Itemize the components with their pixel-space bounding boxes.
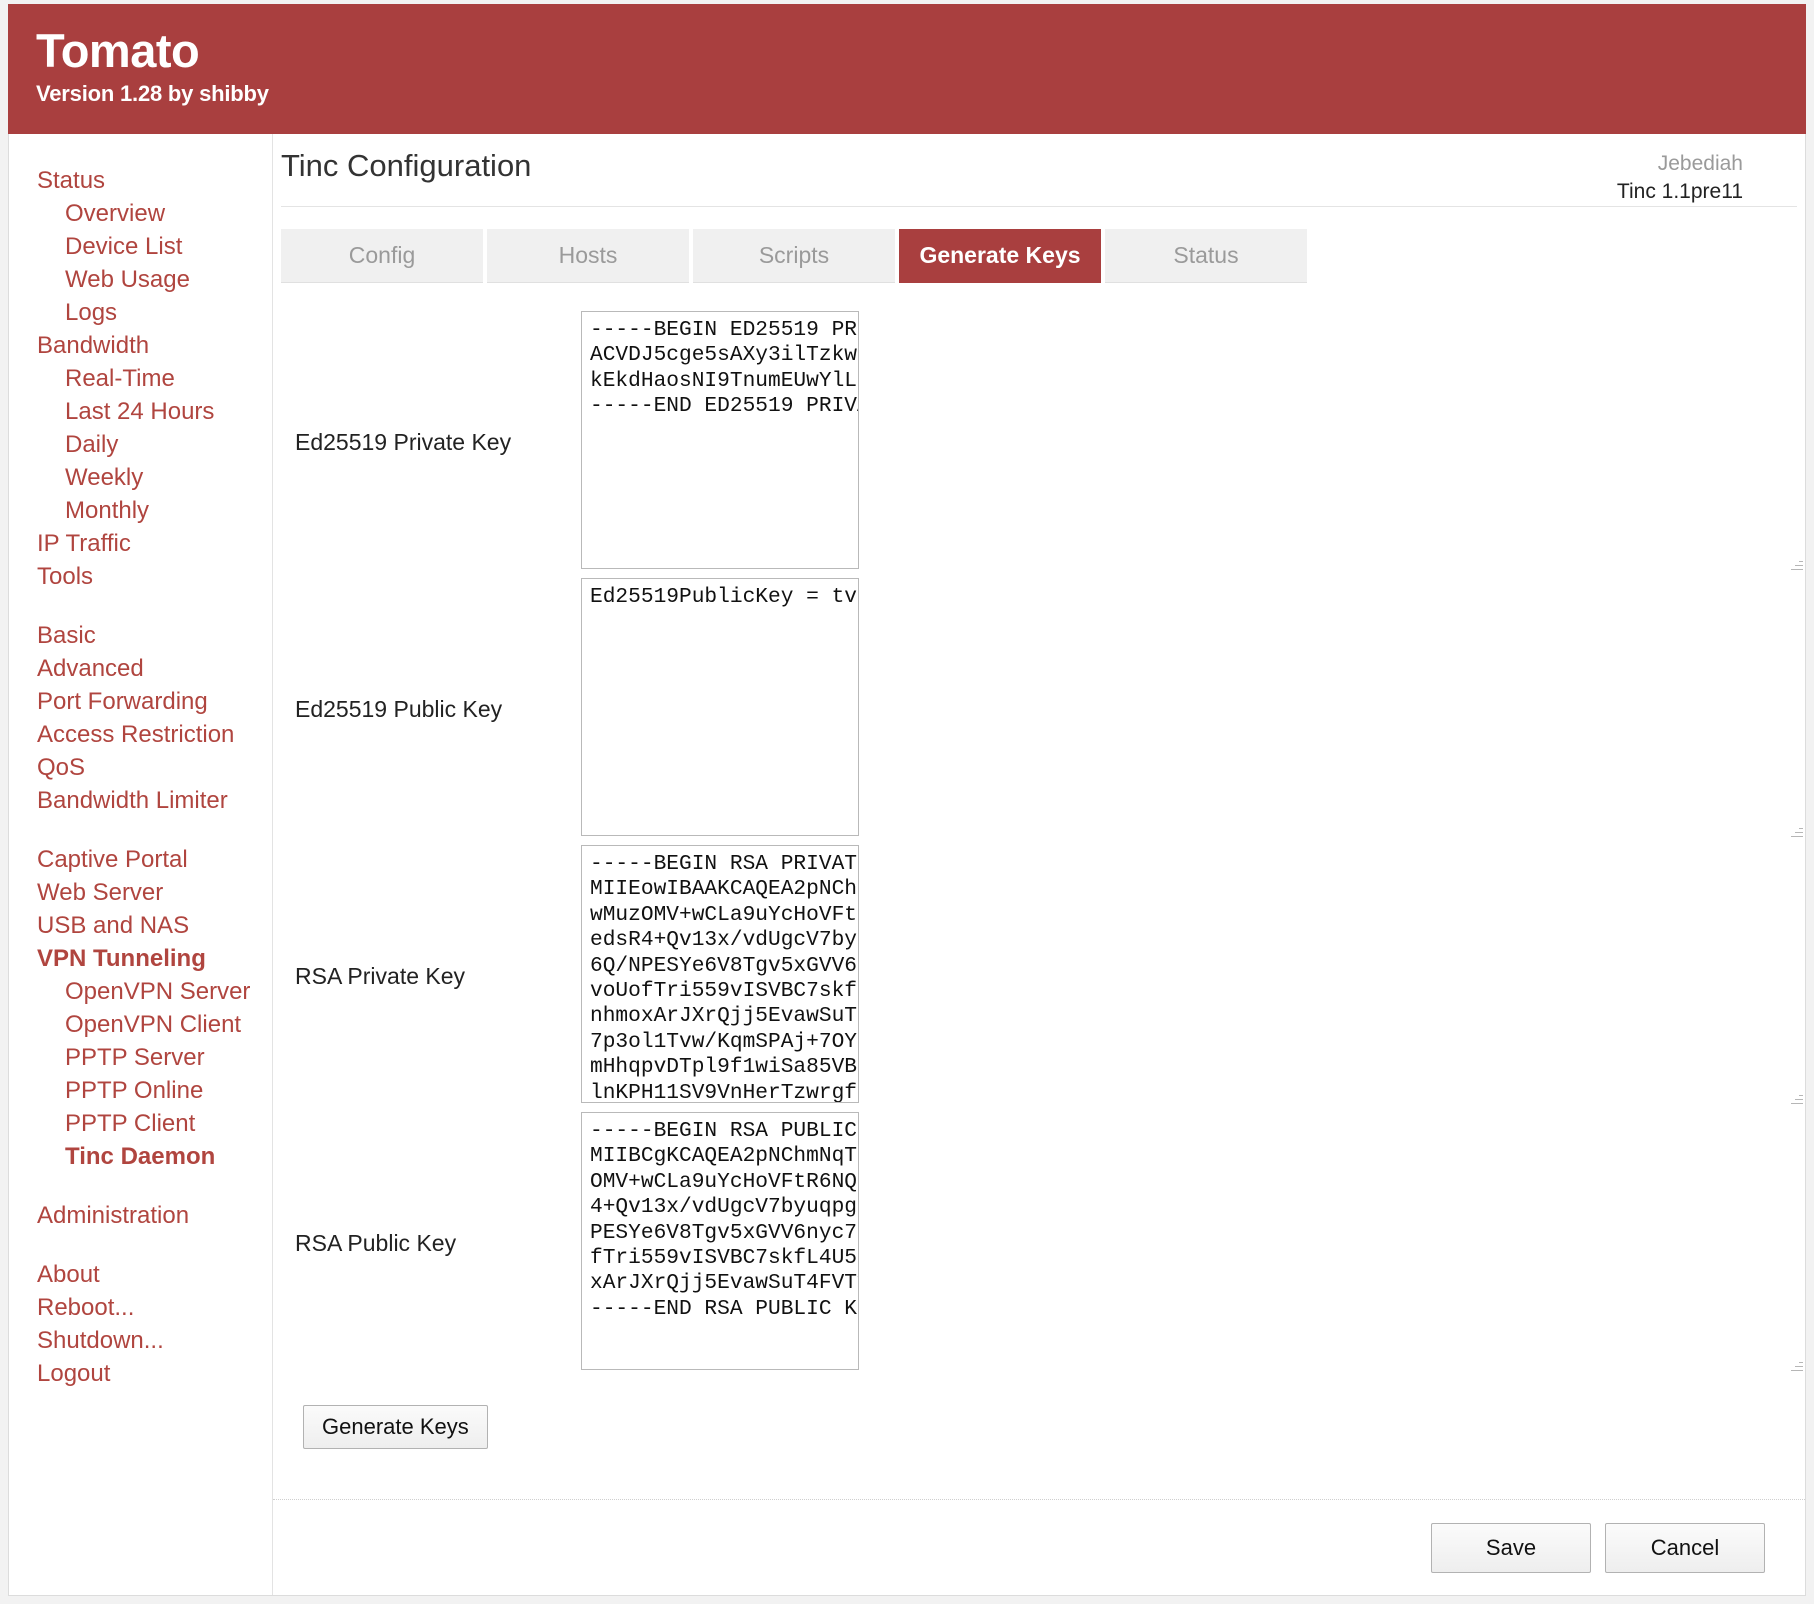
rsa-public-key-textarea[interactable] [581,1112,859,1370]
sidebar-item-reboot[interactable]: Reboot... [9,1291,272,1324]
resize-grip-icon[interactable] [1788,1091,1803,1106]
generate-keys-row: Generate Keys [303,1405,1805,1449]
tab-scripts[interactable]: Scripts [693,229,895,283]
sidebar-item-web-usage[interactable]: Web Usage [9,263,272,296]
sidebar-item-overview[interactable]: Overview [9,197,272,230]
sidebar-item-logout[interactable]: Logout [9,1357,272,1390]
page-title: Tinc Configuration [281,148,532,183]
sidebar-nav: Status Overview Device List Web Usage Logs Ba… [9,134,273,1595]
row-rsa-private: RSA Private Key [281,845,1805,1108]
main-frame: Status Overview Device List Web Usage Logs Ba… [8,134,1806,1596]
row-rsa-public: RSA Public Key [281,1112,1805,1375]
router-meta: Jebediah Tinc 1.1pre11 [1617,150,1743,205]
tab-status[interactable]: Status [1105,229,1307,283]
generate-keys-button[interactable]: Generate Keys [303,1405,488,1449]
ed25519-public-key-textarea[interactable] [581,578,859,836]
sidebar-item-web-server[interactable]: Web Server [9,876,272,909]
sidebar-item-advanced[interactable]: Advanced [9,652,272,685]
sidebar-item-real-time[interactable]: Real-Time [9,362,272,395]
rsa-private-key-wrap [581,845,1805,1108]
title-divider [281,206,1797,207]
sidebar-item-tools[interactable]: Tools [9,560,272,593]
sidebar-item-qos[interactable]: QoS [9,751,272,784]
label-rsa-public: RSA Public Key [295,1230,457,1256]
ed25519-private-key-wrap [581,311,1805,574]
rsa-private-key-textarea[interactable] [581,845,859,1103]
sidebar-item-shutdown[interactable]: Shutdown... [9,1324,272,1357]
content-area: Jebediah Tinc 1.1pre11 Tinc Configuratio… [273,134,1805,1595]
tomato-router-admin-page: Tomato Version 1.28 by shibby Status Over… [0,0,1814,1604]
app-version-subtitle: Version 1.28 by shibby [36,81,269,107]
sidebar-item-pptp-client[interactable]: PPTP Client [9,1107,272,1140]
sidebar-item-last-24-hours[interactable]: Last 24 Hours [9,395,272,428]
sidebar-item-openvpn-server[interactable]: OpenVPN Server [9,975,272,1008]
resize-grip-icon[interactable] [1788,557,1803,572]
sidebar-item-about[interactable]: About [9,1258,272,1291]
rsa-public-key-wrap [581,1112,1805,1375]
sidebar-item-pptp-online[interactable]: PPTP Online [9,1074,272,1107]
sidebar-item-vpn-tunneling[interactable]: VPN Tunneling [9,942,272,975]
sidebar-item-pptp-server[interactable]: PPTP Server [9,1041,272,1074]
app-title: Tomato [36,24,200,77]
tab-bar: Config Hosts Scripts Generate Keys Status [281,229,1805,283]
sidebar-item-monthly[interactable]: Monthly [9,494,272,527]
tinc-version: Tinc 1.1pre11 [1616,179,1743,203]
sidebar-item-tinc-daemon[interactable]: Tinc Daemon [9,1140,272,1173]
tab-hosts[interactable]: Hosts [487,229,689,283]
sidebar-item-basic[interactable]: Basic [9,619,272,652]
sidebar-item-bandwidth[interactable]: Bandwidth [9,329,272,362]
tab-generate-keys[interactable]: Generate Keys [899,229,1101,283]
router-hostname: Jebediah [1657,152,1743,175]
sidebar-item-weekly[interactable]: Weekly [9,461,272,494]
save-button[interactable]: Save [1431,1522,1591,1573]
form-footer: Save Cancel [273,1499,1805,1595]
app-banner: Tomato Version 1.28 by shibby [8,4,1806,134]
sidebar-item-openvpn-client[interactable]: OpenVPN Client [9,1008,272,1041]
tab-config[interactable]: Config [281,229,483,283]
row-ed25519-public: Ed25519 Public Key [281,578,1805,841]
sidebar-item-access-restriction[interactable]: Access Restriction [9,718,272,751]
sidebar-item-captive-portal[interactable]: Captive Portal [9,843,272,876]
ed25519-public-key-wrap [581,578,1805,841]
sidebar-item-device-list[interactable]: Device List [9,230,272,263]
resize-grip-icon[interactable] [1788,824,1803,839]
sidebar-item-logs[interactable]: Logs [9,296,272,329]
resize-grip-icon[interactable] [1788,1358,1803,1373]
sidebar-item-ip-traffic[interactable]: IP Traffic [9,527,272,560]
label-rsa-private: RSA Private Key [295,963,466,989]
row-ed25519-private: Ed25519 Private Key [281,311,1805,574]
sidebar-item-daily[interactable]: Daily [9,428,272,461]
ed25519-private-key-textarea[interactable] [581,311,859,569]
label-ed25519-public: Ed25519 Public Key [295,696,503,722]
sidebar-item-bandwidth-limiter[interactable]: Bandwidth Limiter [9,784,272,817]
sidebar-item-port-forwarding[interactable]: Port Forwarding [9,685,272,718]
label-ed25519-private: Ed25519 Private Key [295,429,512,455]
sidebar-item-administration[interactable]: Administration [9,1199,272,1232]
cancel-button[interactable]: Cancel [1605,1522,1765,1573]
generate-keys-form: Ed25519 Private Key Ed25519 Public Key [281,311,1805,1449]
sidebar-item-status[interactable]: Status [9,164,272,197]
sidebar-item-usb-and-nas[interactable]: USB and NAS [9,909,272,942]
